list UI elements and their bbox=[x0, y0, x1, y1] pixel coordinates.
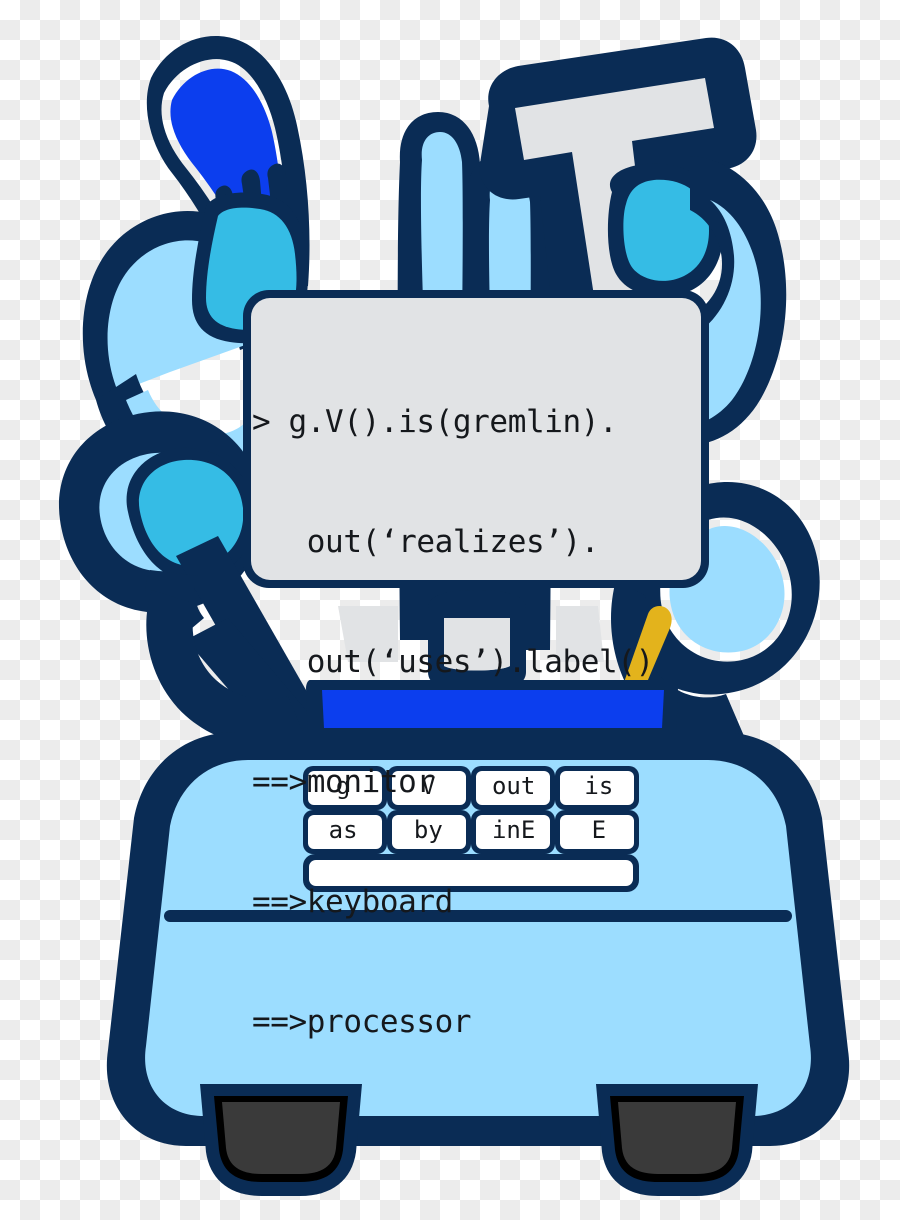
console-panel-shape bbox=[243, 290, 709, 588]
collar-band bbox=[306, 680, 678, 740]
image-canvas: .nv { fill:#0a2c55; } .lb { fill:#9cddff… bbox=[0, 0, 900, 1220]
keyboard-shape bbox=[303, 766, 639, 892]
gremlin-mascot-illustration: .nv { fill:#0a2c55; } .lb { fill:#9cddff… bbox=[58, 36, 850, 1196]
